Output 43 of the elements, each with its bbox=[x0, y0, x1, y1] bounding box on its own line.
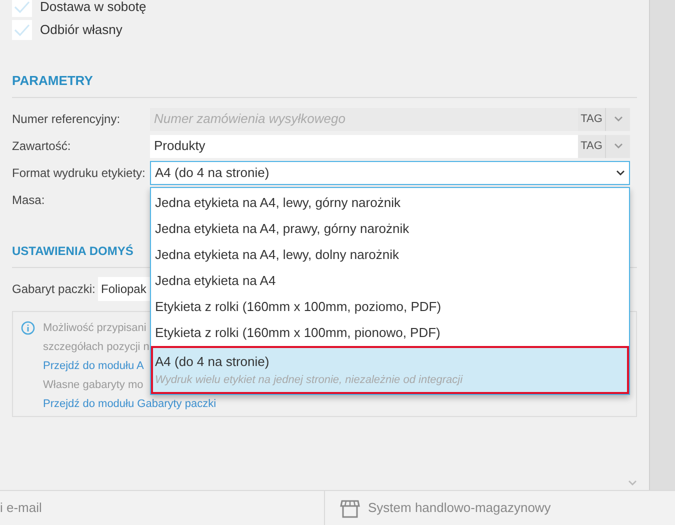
dropdown-option[interactable]: Jedna etykieta na A4 bbox=[151, 268, 629, 294]
checkbox-label: Odbiór własny bbox=[40, 20, 122, 39]
dropdown-option[interactable]: Jedna etykieta na A4, lewy, górny narożnik bbox=[151, 190, 629, 216]
info-icon bbox=[21, 320, 35, 334]
dropdown-option[interactable]: A4 (do 4 na stronie) Wydruk wielu etykiet na jednej stronie, niezależnie od integracji bbox=[151, 346, 629, 394]
tag-dropdown-button[interactable] bbox=[606, 134, 630, 158]
option-label: Jedna etykieta na A4 bbox=[155, 272, 277, 290]
dropdown-option[interactable]: Jedna etykieta na A4, lewy, dolny narożnik bbox=[151, 242, 629, 268]
package-size-field[interactable]: Foliopak bbox=[98, 276, 150, 300]
info-text: Możliwość przypisani bbox=[43, 320, 146, 336]
field-label: Zawartość: bbox=[12, 138, 72, 155]
scroll-down-icon bbox=[628, 480, 637, 486]
option-label: Etykieta z rolki (160mm x 100mm, pionowo, PDF) bbox=[155, 324, 442, 342]
chevron-down-icon bbox=[614, 143, 622, 149]
text-field[interactable]: Produkty bbox=[150, 134, 578, 158]
chevron-down-icon bbox=[616, 170, 625, 176]
dropdown-option[interactable]: Etykieta z rolki (160mm x 100mm, poziomo, PDF) bbox=[151, 294, 629, 320]
store-icon bbox=[340, 498, 360, 518]
dropdown-option[interactable]: Jedna etykieta na A4, prawy, górny narożnik bbox=[151, 216, 629, 242]
check-icon bbox=[14, 0, 30, 12]
section-title: PARAMETRY bbox=[12, 72, 93, 90]
option-label: Jedna etykieta na A4, prawy, górny narożnik bbox=[155, 220, 410, 238]
info-text: Własne gabaryty mo bbox=[43, 378, 144, 392]
select-field[interactable]: A4 (do 4 na stronie) bbox=[150, 161, 630, 185]
field-label: Format wydruku etykiety: bbox=[12, 165, 146, 182]
dropdown-option[interactable]: Etykieta z rolki (160mm x 100mm, pionowo, PDF) bbox=[151, 320, 629, 346]
field-label: Gabaryt paczki: bbox=[12, 280, 96, 298]
field-label: Numer referencyjny: bbox=[12, 111, 122, 128]
checkbox-label: Dostawa w sobotę bbox=[40, 0, 146, 16]
info-text: szczegółach pozycji n bbox=[43, 340, 150, 354]
tag-dropdown-button[interactable] bbox=[606, 108, 630, 130]
option-description: Wydruk wielu etykiet na jednej stronie, niezależnie od integracji bbox=[155, 372, 464, 388]
option-label: Jedna etykieta na A4, lewy, górny narożnik bbox=[155, 194, 402, 212]
chevron-down-icon bbox=[614, 116, 622, 122]
checkbox[interactable] bbox=[12, 20, 32, 40]
option-label: A4 (do 4 na stronie) bbox=[155, 353, 270, 371]
check-icon bbox=[14, 24, 30, 36]
field-label: Masa: bbox=[12, 192, 46, 209]
tag-button[interactable]: TAG bbox=[578, 134, 606, 158]
option-label: Etykieta z rolki (160mm x 100mm, poziomo, PDF) bbox=[155, 298, 442, 316]
option-label: Jedna etykieta na A4, lewy, dolny narożnik bbox=[155, 246, 400, 264]
section-title: USTAWIENIA DOMYŚ bbox=[12, 242, 134, 260]
checkbox[interactable] bbox=[12, 0, 32, 16]
